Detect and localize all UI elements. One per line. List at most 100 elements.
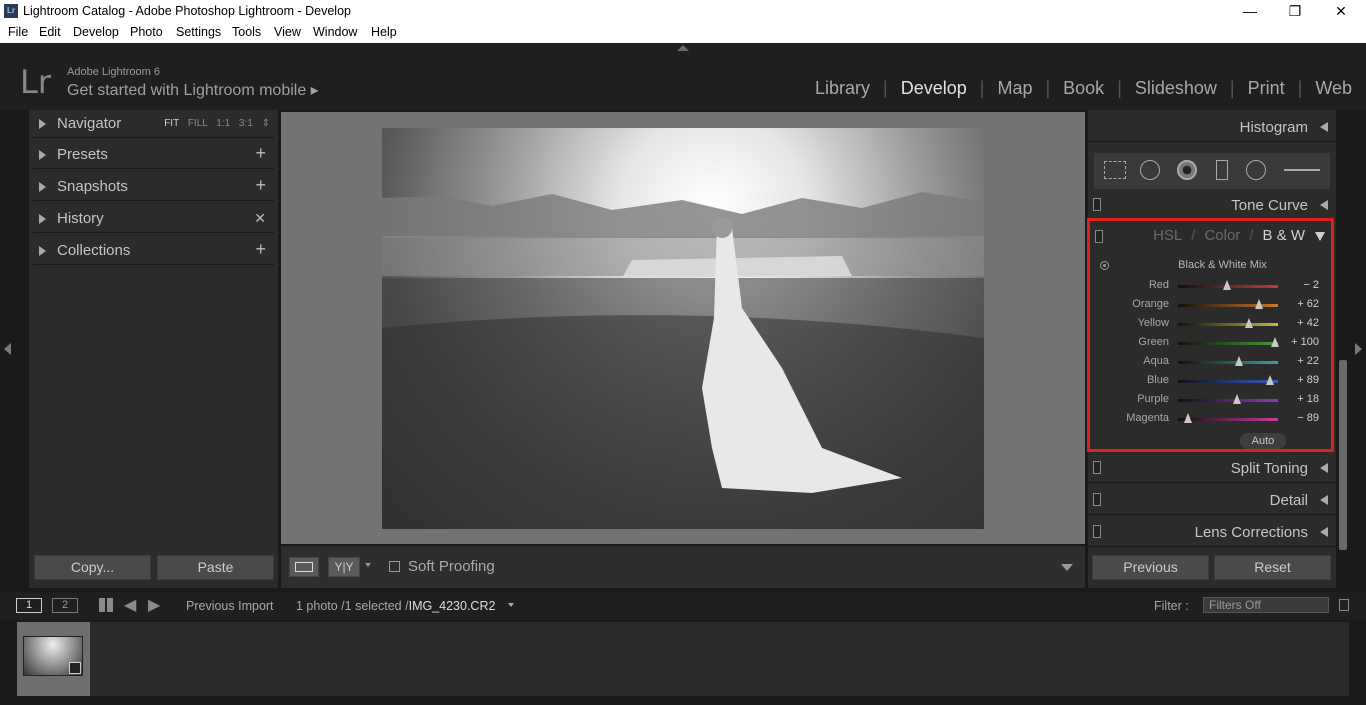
image-preview-area[interactable] — [281, 112, 1085, 544]
history-section[interactable]: History ✕ — [33, 205, 274, 233]
add-collection-icon[interactable]: + — [255, 239, 266, 260]
toolbar-options-icon[interactable] — [1061, 564, 1073, 571]
slider-value[interactable]: − 89 — [1297, 412, 1319, 424]
slider-thumb[interactable] — [1223, 280, 1231, 290]
right-panel-scrollbar[interactable] — [1339, 360, 1347, 550]
collapse-triangle-icon[interactable] — [1320, 495, 1328, 505]
slider-track[interactable] — [1178, 356, 1278, 366]
panel-switch-icon[interactable] — [1093, 461, 1101, 474]
filename-dropdown-icon[interactable] — [508, 603, 514, 607]
slider-value[interactable]: + 62 — [1297, 298, 1319, 310]
before-after-dropdown-icon[interactable] — [365, 563, 371, 567]
graduated-filter-icon[interactable] — [1216, 160, 1228, 180]
panel-switch-icon[interactable] — [1093, 493, 1101, 506]
previous-button[interactable]: Previous — [1092, 555, 1209, 580]
slider-thumb[interactable] — [1184, 413, 1192, 423]
menu-settings[interactable]: Settings — [176, 25, 221, 39]
module-library[interactable]: Library — [815, 78, 870, 98]
spot-removal-icon[interactable] — [1140, 160, 1160, 180]
collapse-triangle-icon[interactable] — [1320, 527, 1328, 537]
zoom-1-1[interactable]: 1:1 — [216, 118, 230, 129]
module-develop[interactable]: Develop — [901, 78, 967, 98]
source-label[interactable]: Previous Import — [186, 599, 274, 613]
expand-triangle-icon[interactable] — [39, 150, 46, 160]
detail-section[interactable]: Detail — [1088, 485, 1336, 515]
filter-lock-icon[interactable] — [1339, 599, 1349, 611]
module-slideshow[interactable]: Slideshow — [1135, 78, 1217, 98]
menu-file[interactable]: File — [8, 25, 28, 39]
slider-thumb[interactable] — [1235, 356, 1243, 366]
main-window-button[interactable]: 1 — [16, 598, 42, 613]
slider-track[interactable] — [1178, 299, 1278, 309]
slider-track[interactable] — [1178, 394, 1278, 404]
expand-triangle-icon[interactable] — [39, 246, 46, 256]
module-map[interactable]: Map — [997, 78, 1032, 98]
filter-select[interactable]: Filters Off — [1203, 597, 1329, 613]
lightroom-mobile-link[interactable]: Get started with Lightroom mobile ▸ — [67, 80, 319, 100]
slider-value[interactable]: + 100 — [1291, 336, 1319, 348]
expand-triangle-icon[interactable] — [1315, 232, 1325, 241]
expand-triangle-icon[interactable] — [39, 119, 46, 129]
presets-section[interactable]: Presets + — [33, 141, 274, 169]
minimize-button[interactable]: — — [1227, 0, 1273, 23]
collapse-top-panel-icon[interactable] — [677, 45, 689, 51]
tab-hsl[interactable]: HSL — [1153, 227, 1182, 244]
slider-value[interactable]: + 22 — [1297, 355, 1319, 367]
menu-tools[interactable]: Tools — [232, 25, 261, 39]
restore-button[interactable]: ❐ — [1272, 0, 1318, 23]
radial-filter-icon[interactable] — [1246, 160, 1266, 180]
slider-thumb[interactable] — [1255, 299, 1263, 309]
navigator-section[interactable]: Navigator FIT FILL 1:1 3:1 ⇕ — [33, 110, 274, 138]
menu-help[interactable]: Help — [371, 25, 397, 39]
panel-switch-icon[interactable] — [1095, 230, 1103, 243]
split-toning-section[interactable]: Split Toning — [1088, 453, 1336, 483]
slider-thumb[interactable] — [1233, 394, 1241, 404]
reset-button[interactable]: Reset — [1214, 555, 1331, 580]
grid-view-icon[interactable] — [99, 598, 115, 612]
slider-value[interactable]: + 42 — [1297, 317, 1319, 329]
secondary-window-button[interactable]: 2 — [52, 598, 78, 613]
red-eye-icon[interactable] — [1177, 160, 1197, 180]
zoom-stepper-icon[interactable]: ⇕ — [262, 118, 270, 129]
clear-history-icon[interactable]: ✕ — [254, 210, 266, 227]
slider-value[interactable]: + 89 — [1297, 374, 1319, 386]
zoom-fit[interactable]: FIT — [164, 118, 179, 129]
back-arrow-icon[interactable]: ◀ — [124, 595, 136, 615]
zoom-fill[interactable]: FILL — [188, 118, 208, 129]
expand-triangle-icon[interactable] — [39, 182, 46, 192]
expand-triangle-icon[interactable] — [39, 214, 46, 224]
collections-section[interactable]: Collections + — [33, 237, 274, 265]
add-preset-icon[interactable]: + — [255, 143, 266, 164]
loupe-view-button[interactable] — [289, 557, 319, 577]
slider-track[interactable] — [1178, 337, 1279, 347]
add-snapshot-icon[interactable]: + — [255, 175, 266, 196]
menu-view[interactable]: View — [274, 25, 301, 39]
slider-thumb[interactable] — [1271, 337, 1279, 347]
forward-arrow-icon[interactable]: ▶ — [148, 595, 160, 615]
auto-button[interactable]: Auto — [1240, 433, 1286, 449]
menu-photo[interactable]: Photo — [130, 25, 163, 39]
collapse-right-panel-icon[interactable] — [1355, 343, 1362, 355]
collapse-triangle-icon[interactable] — [1320, 122, 1328, 132]
module-book[interactable]: Book — [1063, 78, 1104, 98]
before-after-button[interactable]: Y|Y — [328, 557, 360, 577]
menu-develop[interactable]: Develop — [73, 25, 119, 39]
snapshots-section[interactable]: Snapshots + — [33, 173, 274, 201]
slider-track[interactable] — [1178, 375, 1278, 385]
slider-track[interactable] — [1178, 413, 1278, 423]
histogram-section[interactable]: Histogram — [1088, 112, 1336, 142]
soft-proofing-checkbox[interactable] — [389, 561, 400, 572]
collapse-left-panel-icon[interactable] — [4, 343, 11, 355]
slider-track[interactable] — [1178, 280, 1278, 290]
filename-label[interactable]: IMG_4230.CR2 — [409, 599, 496, 613]
adjustment-brush-icon[interactable] — [1284, 169, 1320, 171]
module-print[interactable]: Print — [1248, 78, 1285, 98]
tab-bw[interactable]: B & W — [1262, 227, 1305, 244]
close-button[interactable]: ✕ — [1318, 0, 1364, 23]
slider-thumb[interactable] — [1266, 375, 1274, 385]
module-web[interactable]: Web — [1315, 78, 1352, 98]
paste-button[interactable]: Paste — [157, 555, 274, 580]
collapse-triangle-icon[interactable] — [1320, 463, 1328, 473]
lens-corrections-section[interactable]: Lens Corrections — [1088, 517, 1336, 547]
panel-switch-icon[interactable] — [1093, 198, 1101, 211]
